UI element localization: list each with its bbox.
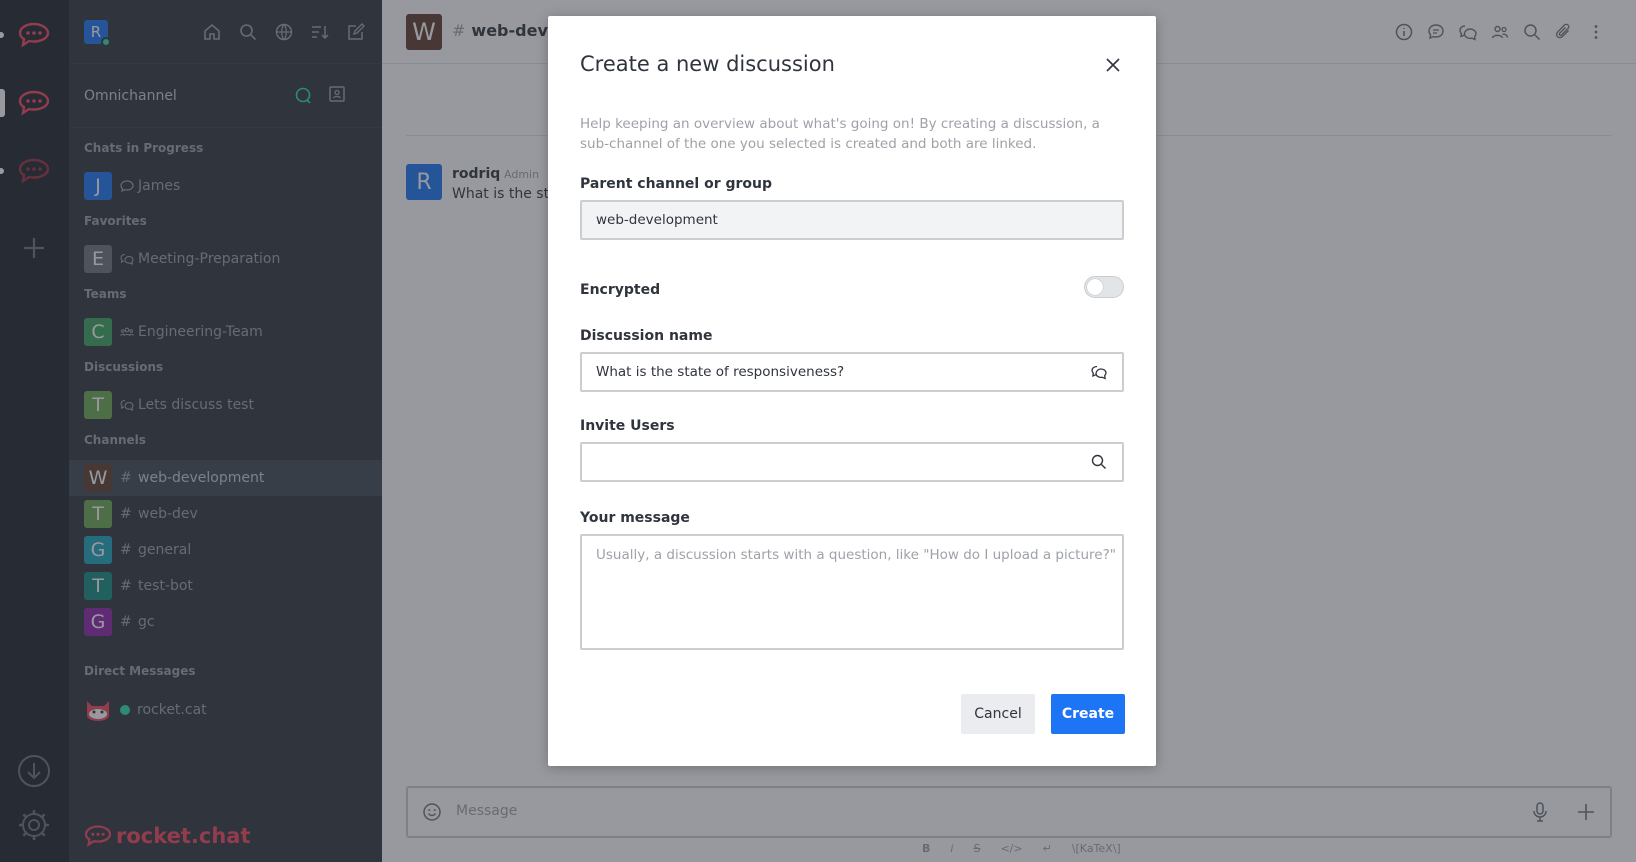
parent-channel-value: web-development (596, 212, 718, 228)
your-message-label: Your message (580, 510, 690, 526)
create-button[interactable]: Create (1051, 694, 1125, 734)
encrypted-label: Encrypted (580, 282, 661, 298)
cancel-button[interactable]: Cancel (961, 694, 1035, 734)
search-icon (1091, 454, 1106, 469)
discussion-name-value: What is the state of responsiveness? (596, 364, 845, 380)
close-icon[interactable] (1102, 54, 1124, 76)
modal-description: Help keeping an overview about what's go… (580, 116, 1100, 152)
parent-channel-label: Parent channel or group (580, 176, 773, 192)
invite-users-label: Invite Users (580, 418, 675, 434)
discussion-icon (1091, 365, 1107, 380)
your-message-placeholder: Usually, a discussion starts with a ques… (596, 547, 1116, 563)
discussion-name-field[interactable]: What is the state of responsiveness? (580, 352, 1124, 392)
your-message-textarea[interactable]: Usually, a discussion starts with a ques… (580, 534, 1124, 650)
create-discussion-modal: Create a new discussion Help keeping an … (548, 16, 1156, 766)
invite-users-field[interactable] (580, 442, 1124, 482)
encrypted-toggle[interactable] (1084, 276, 1124, 298)
discussion-name-label: Discussion name (580, 328, 713, 344)
modal-title: Create a new discussion (580, 52, 835, 76)
parent-channel-field: web-development (580, 200, 1124, 240)
toggle-knob (1087, 279, 1103, 295)
